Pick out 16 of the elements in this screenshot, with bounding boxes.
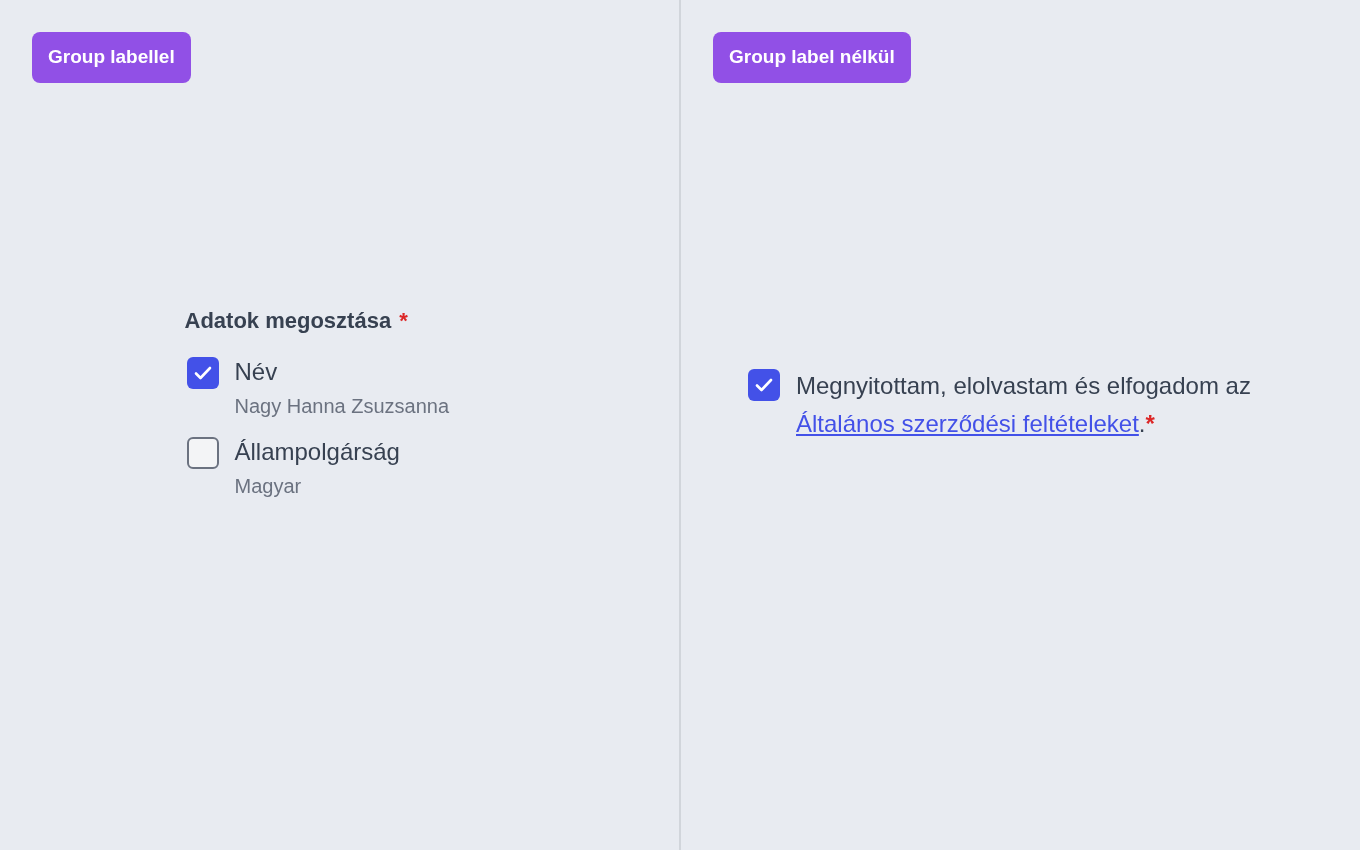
option-label: Állampolgárság [234, 436, 400, 467]
checkmark-icon [755, 378, 773, 393]
required-asterisk: * [399, 306, 408, 335]
checkbox[interactable] [186, 356, 219, 389]
group-label: Adatok megosztása [184, 306, 392, 335]
checkmark-icon [193, 365, 212, 380]
terms-link[interactable]: Általános szerződési feltételeket [796, 410, 1139, 438]
required-asterisk: * [1145, 410, 1155, 438]
option-label: Név [234, 356, 279, 387]
option-description: Nagy Hanna Zsuzsanna [234, 393, 450, 419]
option-description: Magyar [234, 473, 303, 499]
checkbox[interactable] [748, 369, 780, 402]
badge: Group labellel [32, 32, 191, 83]
checkbox[interactable] [186, 436, 219, 469]
badge: Group label nélkül [713, 32, 911, 83]
consent-text: Megnyitottam, elolvastam és elfogadom az Általános szerződési feltételeket.* [796, 371, 1252, 440]
